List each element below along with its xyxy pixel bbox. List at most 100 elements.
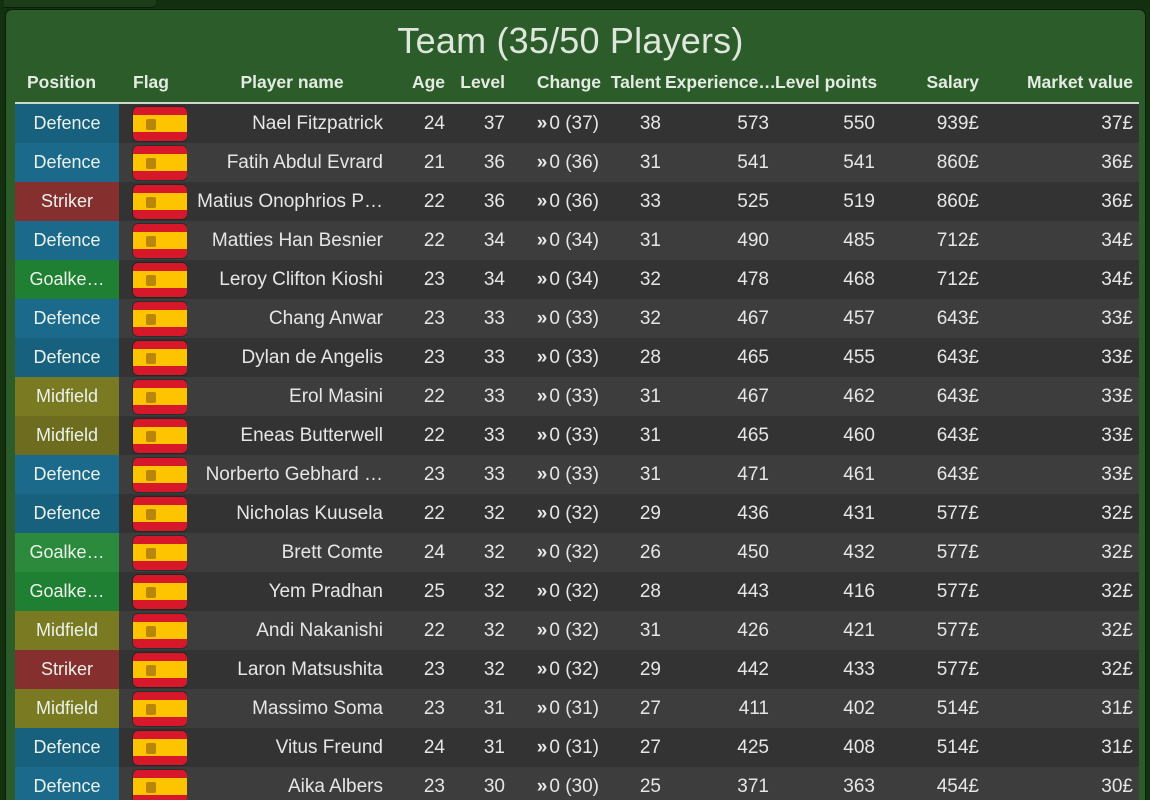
cell-position[interactable]: Striker: [15, 650, 119, 689]
change-value: 0 (34): [549, 229, 599, 251]
table-row[interactable]: Striker Laron Matsushita 23 32» 0 (32) 29 442 4…: [15, 650, 1139, 689]
cell-player-name[interactable]: Brett Comte: [187, 533, 397, 572]
cell-position[interactable]: Midfield: [15, 377, 119, 416]
spain-flag-icon: [133, 106, 187, 141]
cell-talent: 31: [639, 151, 661, 173]
cell-position[interactable]: Defence: [15, 455, 119, 494]
cell-player-name[interactable]: Andi Nakanishi: [187, 611, 397, 650]
cell-position[interactable]: Defence: [15, 728, 119, 767]
column-header-level[interactable]: Level: [449, 72, 509, 103]
flag-crest: [146, 352, 156, 364]
column-header-talent[interactable]: Talent: [605, 72, 665, 103]
double-chevron-icon: »: [536, 775, 548, 797]
table-row[interactable]: Midfield Andi Nakanishi 22 32» 0 (32) 31 426 42…: [15, 611, 1139, 650]
table-row[interactable]: Defence Matties Han Besnier 22 34» 0 (34) 31 4…: [15, 221, 1139, 260]
player-table-wrap: Position Flag Player name Age Level Chan…: [6, 72, 1145, 800]
cell-talent: 38: [639, 112, 661, 134]
spain-flag-icon: [133, 691, 187, 726]
column-header-change[interactable]: Change: [509, 72, 605, 103]
table-row[interactable]: Midfield Erol Masini 22 33» 0 (33) 31 467 462 64…: [15, 377, 1139, 416]
cell-talent: 28: [639, 346, 661, 368]
column-header-market-value[interactable]: Market value: [1002, 72, 1139, 103]
cell-flag: [119, 416, 187, 455]
table-row[interactable]: Defence Dylan de Angelis 23 33» 0 (33) 28 465 4…: [15, 338, 1139, 377]
cell-flag: [119, 494, 187, 533]
column-header-salary[interactable]: Salary: [892, 72, 1002, 103]
table-row[interactable]: Defence Fatih Abdul Evrard 21 36» 0 (36) 31 54…: [15, 143, 1139, 182]
flag-band: [133, 154, 187, 171]
column-header-level-points[interactable]: Level points: [775, 72, 892, 103]
cell-position[interactable]: Defence: [15, 221, 119, 260]
flag-crest: [146, 508, 156, 520]
flag-band: [133, 349, 187, 366]
column-header-position[interactable]: Position: [15, 72, 119, 103]
table-row[interactable]: Midfield Massimo Soma 23 31» 0 (31) 27 411 402 5…: [15, 689, 1139, 728]
cell-position[interactable]: Defence: [15, 103, 119, 143]
cell-position[interactable]: Midfield: [15, 689, 119, 728]
cell-player-name[interactable]: Matius Onophrios P…: [187, 182, 397, 221]
cell-position[interactable]: Defence: [15, 494, 119, 533]
player-table: Position Flag Player name Age Level Chan…: [15, 72, 1139, 800]
cell-position[interactable]: Defence: [15, 767, 119, 800]
flag-band: [133, 700, 187, 717]
table-row[interactable]: Striker Matius Onophrios P… 22 36» 0 (36) 33 5…: [15, 182, 1139, 221]
cell-salary: 577£: [936, 658, 979, 680]
flag-crest: [146, 196, 156, 208]
cell-player-name[interactable]: Chang Anwar: [187, 299, 397, 338]
cell-player-name[interactable]: Fatih Abdul Evrard: [187, 143, 397, 182]
cell-position[interactable]: Goalke…: [15, 533, 119, 572]
cell-position[interactable]: Goalke…: [15, 572, 119, 611]
cell-level: 32: [483, 619, 505, 641]
column-header-player-name[interactable]: Player name: [187, 72, 397, 103]
cell-player-name[interactable]: Yem Pradhan: [187, 572, 397, 611]
cell-player-name[interactable]: Nael Fitzpatrick: [187, 103, 397, 143]
cell-talent: 28: [639, 580, 661, 602]
table-row[interactable]: Defence Nael Fitzpatrick 24 37» 0 (37) 38 573 5…: [15, 103, 1139, 143]
table-row[interactable]: Defence Aika Albers 23 30» 0 (30) 25 371 363 454…: [15, 767, 1139, 800]
cell-level: 30: [483, 775, 505, 797]
cell-salary: 577£: [936, 502, 979, 524]
cell-player-name[interactable]: Eneas Butterwell: [187, 416, 397, 455]
cell-position[interactable]: Midfield: [15, 611, 119, 650]
cell-player-name[interactable]: Matties Han Besnier: [187, 221, 397, 260]
cell-age: 23: [423, 463, 445, 485]
cell-talent: 25: [639, 775, 661, 797]
cell-player-name[interactable]: Nicholas Kuusela: [187, 494, 397, 533]
cell-salary: 643£: [936, 346, 979, 368]
spain-flag-icon: [133, 613, 187, 648]
cell-position[interactable]: Goalke…: [15, 260, 119, 299]
table-row[interactable]: Midfield Eneas Butterwell 22 33» 0 (33) 31 465…: [15, 416, 1139, 455]
table-row[interactable]: Defence Norberto Gebhard … 23 33» 0 (33) 31 47…: [15, 455, 1139, 494]
cell-flag: [119, 143, 187, 182]
table-row[interactable]: Defence Nicholas Kuusela 22 32» 0 (32) 29 436 4…: [15, 494, 1139, 533]
column-header-flag[interactable]: Flag: [119, 72, 187, 103]
table-row[interactable]: Goalke… Leroy Clifton Kioshi 23 34» 0 (34) 32…: [15, 260, 1139, 299]
table-row[interactable]: Defence Chang Anwar 23 33» 0 (33) 32 467 457 643…: [15, 299, 1139, 338]
window-tab[interactable]: [4, 0, 156, 8]
table-row[interactable]: Goalke… Yem Pradhan 25 32» 0 (32) 28 443 416 577…: [15, 572, 1139, 611]
column-header-age[interactable]: Age: [397, 72, 449, 103]
double-chevron-icon: »: [536, 697, 548, 719]
cell-position[interactable]: Midfield: [15, 416, 119, 455]
column-header-experience[interactable]: Experience…: [665, 72, 775, 103]
cell-position[interactable]: Defence: [15, 143, 119, 182]
table-row[interactable]: Defence Vitus Freund 24 31» 0 (31) 27 425 408 51…: [15, 728, 1139, 767]
cell-player-name[interactable]: Vitus Freund: [187, 728, 397, 767]
table-row[interactable]: Goalke… Brett Comte 24 32» 0 (32) 26 450 432 577…: [15, 533, 1139, 572]
cell-player-name[interactable]: Aika Albers: [187, 767, 397, 800]
cell-player-name[interactable]: Erol Masini: [187, 377, 397, 416]
cell-salary: 454£: [936, 775, 979, 797]
cell-player-name[interactable]: Laron Matsushita: [187, 650, 397, 689]
cell-player-name[interactable]: Leroy Clifton Kioshi: [187, 260, 397, 299]
flag-band: [133, 271, 187, 288]
change-value: 0 (37): [549, 112, 599, 134]
cell-experience: 442: [737, 658, 769, 680]
cell-player-name[interactable]: Massimo Soma: [187, 689, 397, 728]
cell-position[interactable]: Defence: [15, 338, 119, 377]
cell-position[interactable]: Defence: [15, 299, 119, 338]
cell-player-name[interactable]: Dylan de Angelis: [187, 338, 397, 377]
cell-flag: [119, 182, 187, 221]
cell-player-name[interactable]: Norberto Gebhard …: [187, 455, 397, 494]
cell-position[interactable]: Striker: [15, 182, 119, 221]
cell-salary: 643£: [936, 385, 979, 407]
